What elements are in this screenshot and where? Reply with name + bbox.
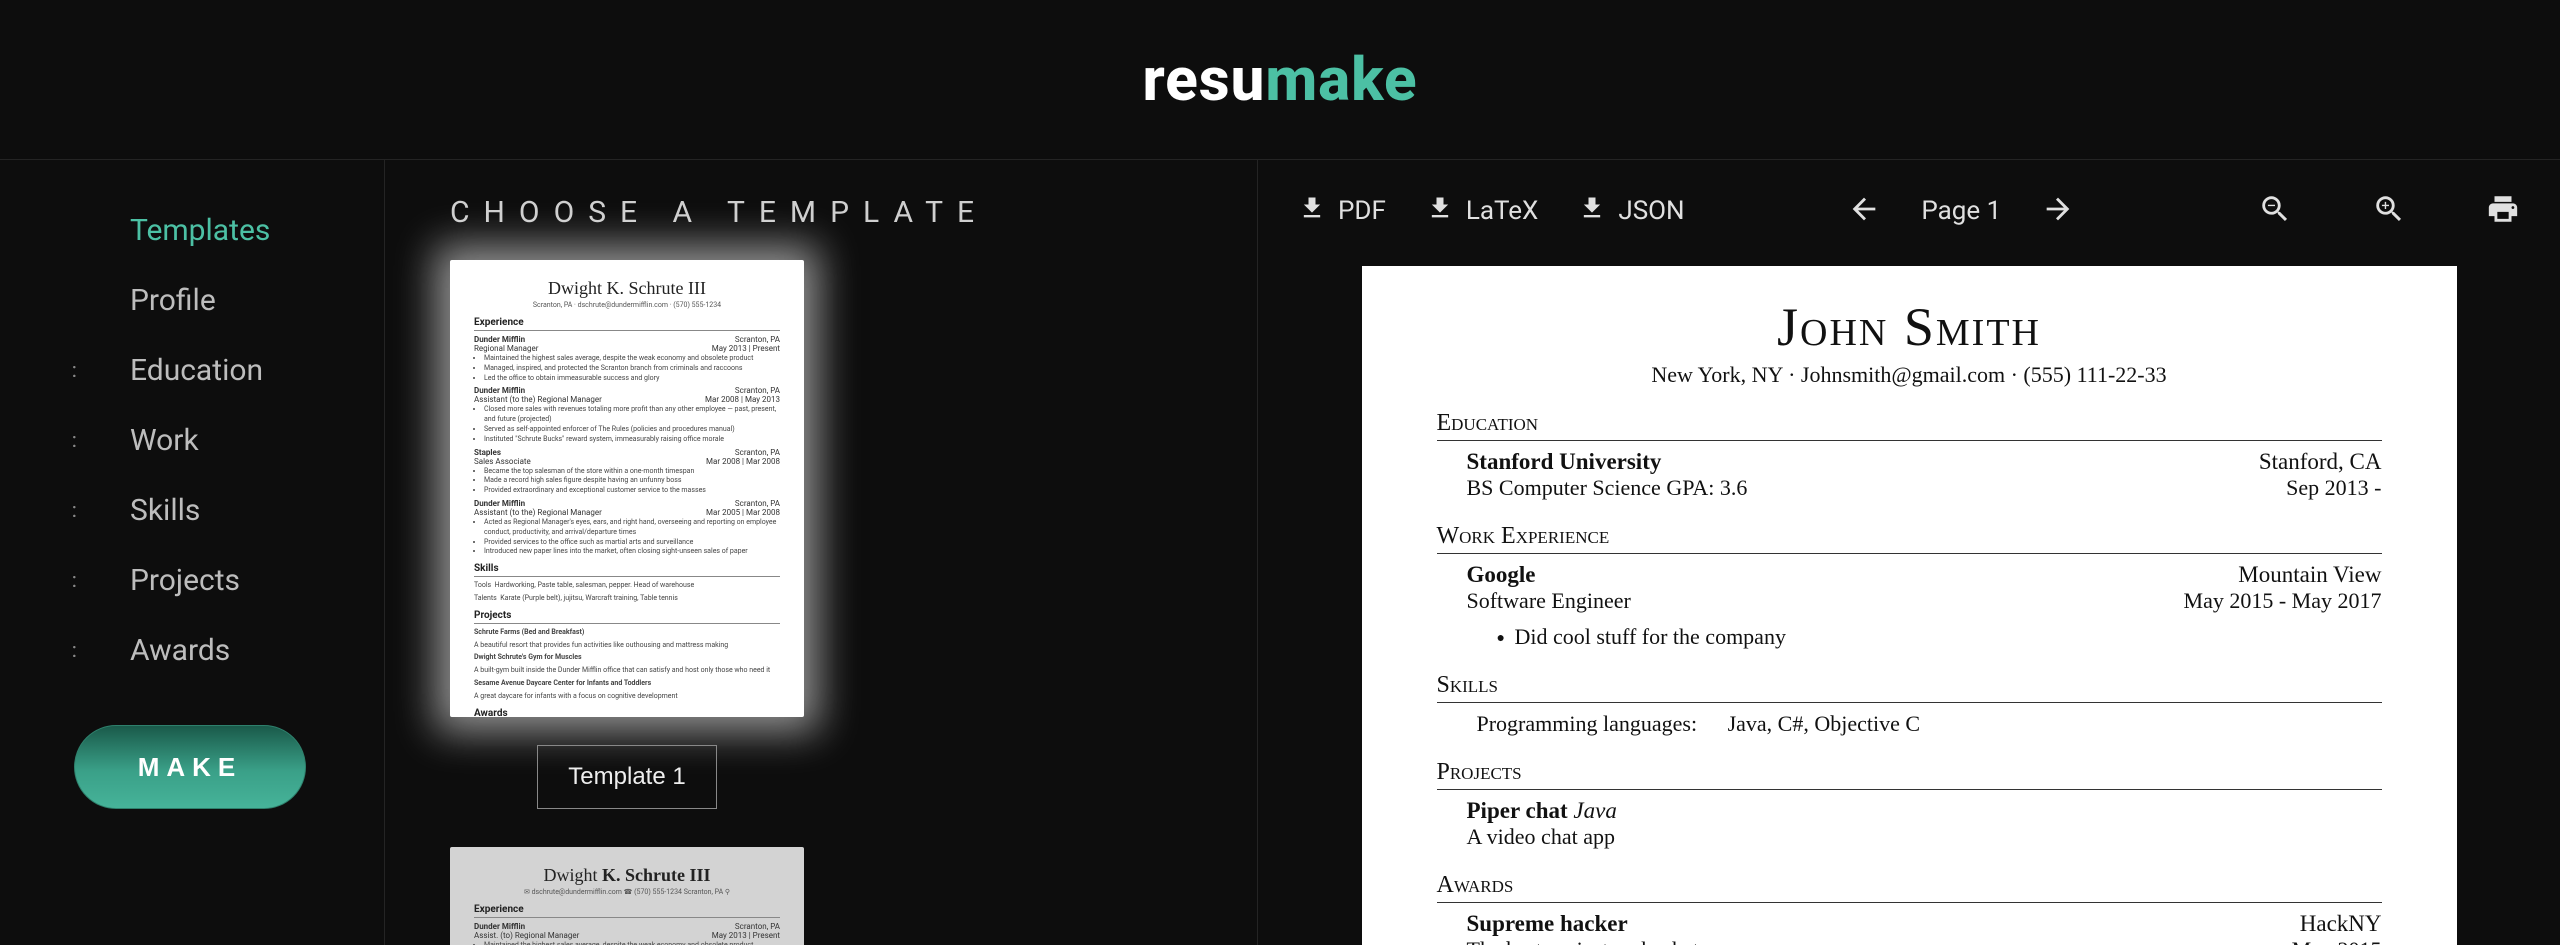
nav-templates[interactable]: Templates (0, 195, 384, 265)
download-json-label: JSON (1618, 196, 1684, 226)
zoom-in-button[interactable] (2372, 192, 2406, 230)
print-button[interactable] (2486, 192, 2520, 230)
templates-panel: CHOOSE A TEMPLATE Dwight K. Schrute III … (385, 160, 1258, 945)
logo-part-make: make (1265, 44, 1417, 115)
thumb-divider (474, 330, 780, 331)
project-desc: A video chat app (1437, 824, 2382, 850)
download-latex-label: LaTeX (1466, 196, 1539, 226)
download-icon (1578, 194, 1606, 229)
make-button[interactable]: MAKE (74, 725, 306, 809)
preview-panel: PDF LaTeX JSON Page 1 (1258, 160, 2560, 945)
download-pdf-label: PDF (1338, 196, 1386, 226)
logo-part-resu: resu (1142, 44, 1265, 115)
section-divider (1437, 702, 2382, 703)
preview-toolbar: PDF LaTeX JSON Page 1 (1258, 160, 2560, 262)
print-icon (2486, 192, 2520, 226)
prev-page-button[interactable] (1847, 192, 1881, 230)
nav-education[interactable]: : : Education (0, 335, 384, 405)
award-sub: The best project on hackaton May 2015 (1437, 937, 2382, 945)
section-projects: Projects (1437, 759, 2382, 786)
nav-label: Education (78, 353, 263, 388)
project-row: Piper chat Java (1437, 798, 2382, 824)
template-1-button[interactable]: Template 1 (537, 745, 717, 809)
thumb-contact: Scranton, PA · dschrute@dundermifflin.co… (474, 301, 780, 309)
template-card-wrap-1: Dwight K. Schrute III Scranton, PA · dsc… (450, 260, 804, 809)
edu-date: Sep 2013 - (2286, 475, 2381, 501)
section-skills: Skills (1437, 672, 2382, 699)
choose-template-heading: CHOOSE A TEMPLATE (450, 195, 1192, 230)
nav-label: Skills (78, 493, 200, 528)
award-desc: The best project on hackaton (1467, 937, 1721, 945)
thumb-name: Dwight K. Schrute III (474, 278, 780, 299)
section-divider (1437, 789, 2382, 790)
section-awards: Awards (1437, 872, 2382, 899)
page-indicator: Page 1 (1921, 196, 2001, 226)
edu-school: Stanford University (1467, 449, 1662, 475)
section-divider (1437, 902, 2382, 903)
template-card-1[interactable]: Dwight K. Schrute III Scranton, PA · dsc… (450, 260, 804, 717)
download-json-button[interactable]: JSON (1578, 194, 1684, 229)
download-icon (1426, 194, 1454, 229)
nav-awards[interactable]: : : Awards (0, 615, 384, 685)
project-name: Piper chat (1467, 798, 1574, 823)
award-org: HackNY (2300, 911, 2382, 937)
section-work: Work Experience (1437, 523, 2382, 550)
section-divider (1437, 440, 2382, 441)
pager: Page 1 (1847, 192, 2075, 230)
nav-label: Projects (78, 563, 240, 598)
header: resumake (0, 0, 2560, 160)
nav-label: Awards (78, 633, 230, 668)
resume-contact: New York, NY · Johnsmith@gmail.com · (55… (1437, 362, 2382, 388)
nav-profile[interactable]: Profile (0, 265, 384, 335)
work-location: Mountain View (2238, 562, 2381, 588)
work-row: Google Mountain View (1437, 562, 2382, 588)
zoom-out-button[interactable] (2258, 192, 2292, 230)
document-container: John Smith New York, NY · Johnsmith@gmai… (1258, 262, 2560, 945)
edu-sub: BS Computer Science GPA: 3.6 Sep 2013 - (1437, 475, 2382, 501)
nav-work[interactable]: : : Work (0, 405, 384, 475)
template-grid: Dwight K. Schrute III Scranton, PA · dsc… (450, 260, 1192, 945)
award-row: Supreme hacker HackNY (1437, 911, 2382, 937)
nav-label: Profile (78, 283, 216, 318)
edu-degree: BS Computer Science (1467, 475, 1667, 500)
template-card-2[interactable]: Dwight K. Schrute III ✉ dschrute@dunderm… (450, 847, 804, 945)
work-bullet: Did cool stuff for the company (1437, 624, 2382, 650)
zoom-out-icon (2258, 192, 2292, 226)
thumb-name: Dwight K. Schrute III (474, 865, 780, 886)
main-layout: Templates Profile : : Education : : Work… (0, 160, 2560, 945)
work-dates: May 2015 - May 2017 (2184, 588, 2382, 614)
section-divider (1437, 553, 2382, 554)
download-pdf-button[interactable]: PDF (1298, 194, 1386, 229)
next-page-button[interactable] (2041, 192, 2075, 230)
project-lang: Java (1573, 798, 1616, 823)
skill-label: Programming languages: (1477, 711, 1698, 736)
zoom-controls (2258, 192, 2406, 230)
edu-location: Stanford, CA (2259, 449, 2382, 475)
edu-row: Stanford University Stanford, CA (1437, 449, 2382, 475)
skill-row: Programming languages: Java, C#, Objecti… (1437, 711, 2382, 737)
nav-label: Templates (78, 213, 270, 248)
arrow-left-icon (1847, 192, 1881, 226)
logo: resumake (1142, 44, 1417, 115)
work-title: Software Engineer (1467, 588, 1631, 614)
sidebar: Templates Profile : : Education : : Work… (0, 160, 385, 945)
section-education: Education (1437, 410, 2382, 437)
nav-label: Work (78, 423, 199, 458)
award-date: May 2015 (2292, 937, 2382, 945)
edu-gpa: GPA: 3.6 (1666, 475, 1747, 500)
template-card-wrap-2: Dwight K. Schrute III ✉ dschrute@dunderm… (450, 847, 804, 945)
nav-projects[interactable]: : : Projects (0, 545, 384, 615)
resume-name: John Smith (1437, 296, 2382, 358)
thumb-section-experience: Experience (474, 317, 780, 328)
zoom-in-icon (2372, 192, 2406, 226)
arrow-right-icon (2041, 192, 2075, 226)
work-company: Google (1467, 562, 1536, 588)
award-name: Supreme hacker (1467, 911, 1628, 937)
download-latex-button[interactable]: LaTeX (1426, 194, 1539, 229)
nav-skills[interactable]: : : Skills (0, 475, 384, 545)
resume-document: John Smith New York, NY · Johnsmith@gmai… (1362, 266, 2457, 945)
download-icon (1298, 194, 1326, 229)
skill-value: Java, C#, Objective C (1728, 711, 1920, 736)
work-sub: Software Engineer May 2015 - May 2017 (1437, 588, 2382, 614)
